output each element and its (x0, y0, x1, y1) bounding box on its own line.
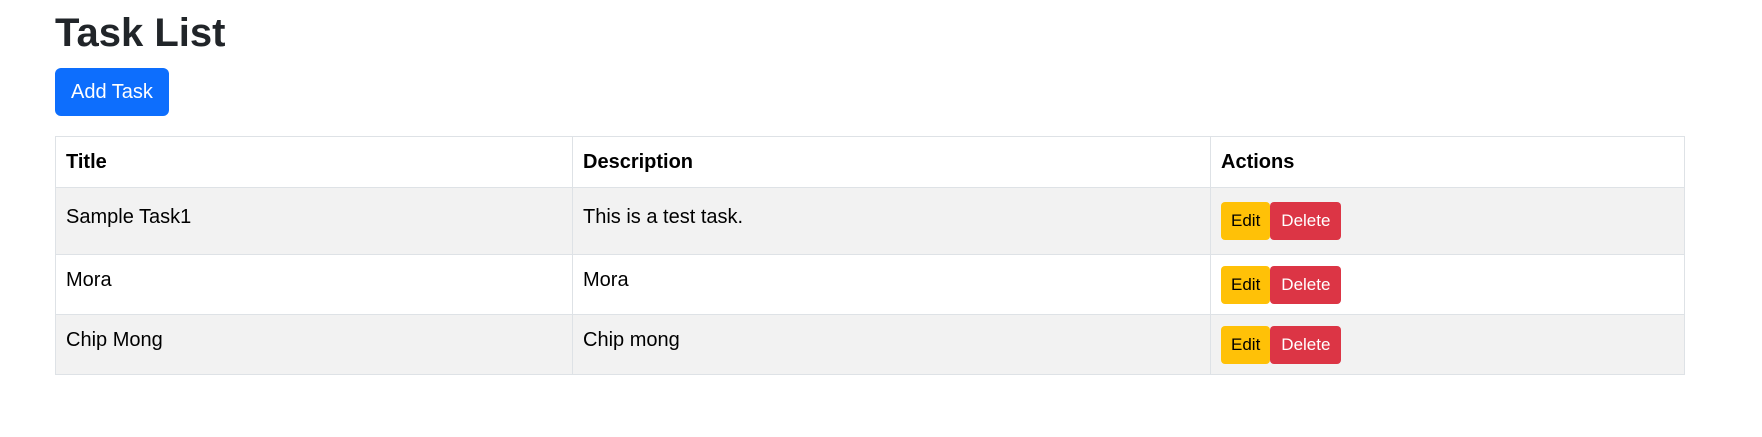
table-row: Sample Task1 This is a test task. Edit De… (55, 187, 1685, 255)
page-container: Task List Add Task Title Description Act… (0, 0, 1685, 375)
task-title-cell: Mora (55, 254, 573, 315)
delete-button[interactable]: Delete (1270, 325, 1342, 364)
delete-button[interactable]: Delete (1270, 265, 1342, 304)
task-description-cell: Mora (572, 254, 1211, 315)
edit-button[interactable]: Edit (1221, 325, 1271, 364)
edit-button[interactable]: Edit (1221, 202, 1271, 240)
column-header-actions: Actions (1210, 136, 1685, 188)
table-header: Title Description Actions (55, 136, 1685, 188)
task-table: Title Description Actions Sample Task1 T… (55, 136, 1685, 375)
edit-button[interactable]: Edit (1221, 265, 1271, 304)
task-description-cell: Chip mong (572, 314, 1211, 375)
page-title: Task List (55, 11, 226, 55)
task-title-cell: Chip Mong (55, 314, 573, 375)
task-description-cell: This is a test task. (572, 187, 1211, 255)
column-header-description: Description (572, 136, 1211, 188)
task-actions-cell: Edit Delete (1210, 187, 1685, 255)
add-task-button[interactable]: Add Task (55, 68, 169, 116)
table-body: Sample Task1 This is a test task. Edit De… (55, 187, 1685, 375)
task-actions-cell: Edit Delete (1210, 314, 1685, 375)
delete-button[interactable]: Delete (1270, 202, 1342, 240)
task-actions-cell: Edit Delete (1210, 254, 1685, 315)
table-row: Chip Mong Chip mong Edit Delete (55, 314, 1685, 375)
column-header-title: Title (55, 136, 573, 188)
task-title-cell: Sample Task1 (55, 187, 573, 255)
header-row: Title Description Actions (55, 136, 1685, 188)
table-row: Mora Mora Edit Delete (55, 254, 1685, 315)
